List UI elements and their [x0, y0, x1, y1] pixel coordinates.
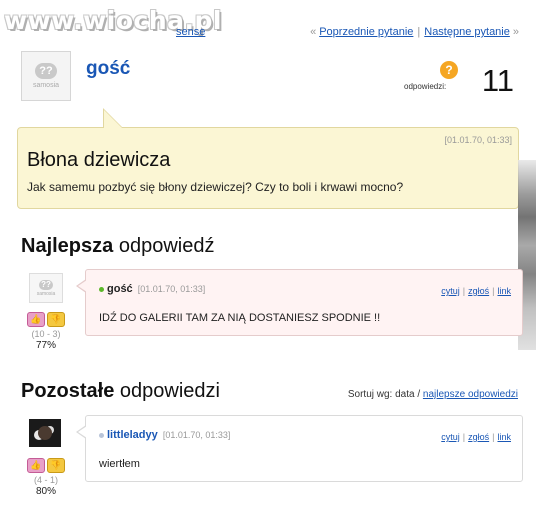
vote-counts: (10 - 3)	[31, 329, 61, 339]
permalink-link[interactable]: link	[497, 432, 511, 442]
user-photo	[38, 426, 52, 440]
answer-header: littleladyy [01.01.70, 01:33]	[99, 429, 230, 441]
asker-avatar[interactable]: ?? samosia	[21, 51, 71, 101]
prev-arrow-icon: «	[310, 26, 317, 38]
sort-bar: Sortuj wg: data / najlepsze odpowiedzi	[348, 389, 518, 400]
vote-buttons: 👍 👎	[24, 456, 68, 474]
other-heading-rest: odpowiedzi	[114, 380, 220, 402]
action-separator: |	[462, 286, 466, 296]
report-link[interactable]: zgłoś	[468, 432, 489, 442]
question-title: Błona dziewicza	[27, 149, 171, 171]
avatar-caption: samosia	[36, 290, 56, 297]
avatar-caption: samosia	[32, 82, 60, 89]
sort-label: Sortuj wg: data /	[347, 389, 423, 400]
question-pointer-fill	[104, 110, 122, 128]
thumbs-down-icon[interactable]: 👎	[47, 458, 65, 473]
quote-link[interactable]: cytuj	[441, 432, 460, 442]
prev-question-link[interactable]: Poprzednie pytanie	[319, 26, 413, 38]
answers-count-label: odpowiedzi:	[404, 82, 447, 91]
answers-count: ? odpowiedzi: 11	[404, 61, 514, 98]
answer-text: wiertłem	[99, 458, 140, 470]
question-navigation: «Poprzednie pytanie | Następne pytanie»	[307, 26, 522, 38]
vote-counts: (4 - 1)	[33, 475, 58, 485]
vote-panel: 👍 👎 (4 - 1) 80%	[24, 456, 68, 497]
answer-avatar[interactable]: ?? samosia	[29, 273, 63, 303]
best-heading-bold: Najlepsza	[21, 235, 114, 257]
question-badge-icon: ?	[440, 61, 458, 79]
answer-header: gość [01.01.70, 01:33]	[99, 283, 205, 295]
action-separator: |	[462, 432, 466, 442]
answer-avatar[interactable]	[29, 419, 61, 447]
offline-status-icon	[99, 432, 104, 438]
next-question-link[interactable]: Następne pytanie	[424, 26, 510, 38]
answer-timestamp: [01.01.70, 01:33]	[162, 430, 231, 440]
vote-panel: 👍 👎 (10 - 3) 77%	[24, 310, 68, 351]
best-answer-heading: Najlepsza odpowiedź	[21, 235, 214, 258]
top-link-partial[interactable]: sense	[176, 26, 205, 38]
question-bubble-icon: ??	[35, 63, 57, 79]
answer-timestamp: [01.01.70, 01:33]	[137, 284, 206, 294]
best-heading-rest: odpowiedź	[113, 235, 215, 257]
next-arrow-icon: »	[512, 26, 519, 38]
asker-name[interactable]: gość	[86, 58, 130, 80]
answer-pointer-fill	[78, 426, 87, 438]
answers-count-number: 11	[481, 63, 514, 98]
vote-percent: 80%	[35, 486, 56, 497]
answer-actions: cytuj | zgłoś | link	[441, 432, 511, 442]
other-heading-bold: Pozostałe	[21, 380, 115, 402]
action-separator: |	[492, 432, 495, 442]
permalink-link[interactable]: link	[497, 286, 511, 296]
vote-percent: 77%	[35, 340, 56, 351]
answer-actions: cytuj | zgłoś | link	[441, 286, 511, 296]
thumbs-up-icon[interactable]: 👍	[27, 458, 45, 473]
question-box: [01.01.70, 01:33] Błona dziewicza Jak sa…	[17, 108, 519, 209]
other-answers-heading: Pozostałe odpowiedzi	[21, 380, 220, 403]
online-status-icon	[99, 286, 104, 292]
sort-best-link[interactable]: najlepsze odpowiedzi	[423, 389, 518, 400]
thumbs-down-icon[interactable]: 👎	[47, 312, 65, 327]
question-body: Jak samemu pozbyć się błony dziewiczej? …	[27, 180, 404, 194]
answer-author[interactable]: littleladyy	[107, 429, 158, 441]
question-bubble-icon: ??	[39, 279, 53, 290]
answer-pointer-fill	[78, 280, 87, 292]
report-link[interactable]: zgłoś	[468, 286, 489, 296]
action-separator: |	[492, 286, 495, 296]
answer-text: IDŹ DO GALERII TAM ZA NIĄ DOSTANIESZ SPO…	[99, 312, 381, 324]
answer-author[interactable]: gość	[107, 283, 133, 295]
best-answer-box: gość [01.01.70, 01:33] cytuj | zgłoś | link …	[76, 269, 523, 336]
question-timestamp: [01.01.70, 01:33]	[444, 135, 512, 145]
answer-box: littleladyy [01.01.70, 01:33] cytuj | zgło…	[76, 415, 523, 482]
vote-buttons: 👍 👎	[24, 310, 68, 328]
quote-link[interactable]: cytuj	[441, 286, 460, 296]
nav-separator: |	[417, 26, 421, 38]
thumbs-up-icon[interactable]: 👍	[27, 312, 45, 327]
